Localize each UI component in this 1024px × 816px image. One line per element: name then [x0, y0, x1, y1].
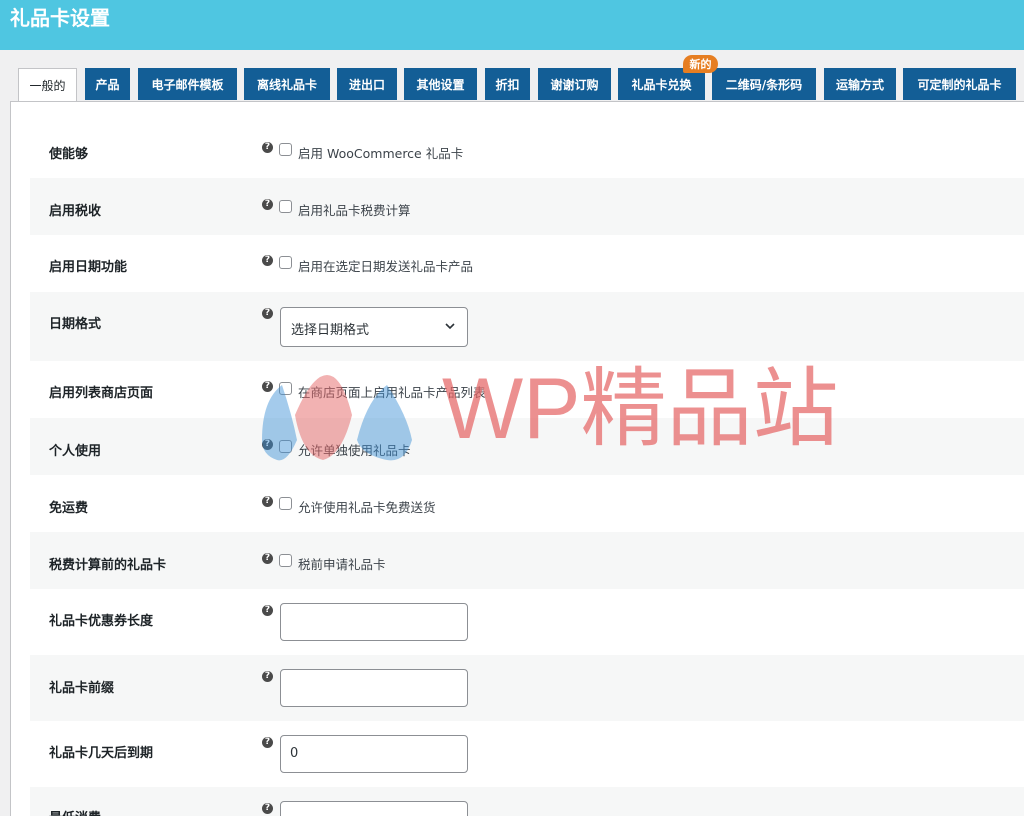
- setting-row-individual-use: 个人使用 ? 允许单独使用礼品卡: [30, 418, 1024, 475]
- setting-row-expiry-days: 礼品卡几天后到期 ? 0: [30, 721, 1024, 787]
- checkbox-label: 启用礼品卡税费计算: [298, 203, 411, 218]
- tab-customizable-gift-card[interactable]: 可定制的礼品卡: [903, 68, 1016, 100]
- setting-row-min-spend: 最低消费 ?: [30, 787, 1024, 816]
- checkbox-label: 启用 WooCommerce 礼品卡: [298, 146, 464, 161]
- help-icon[interactable]: ?: [262, 381, 273, 392]
- setting-label: 税费计算前的礼品卡: [49, 558, 167, 573]
- input-value: 0: [290, 746, 299, 761]
- setting-row-enable: 使能够 ? 启用 WooCommerce 礼品卡: [30, 122, 1024, 178]
- help-icon[interactable]: ?: [262, 605, 273, 616]
- setting-row-prefix: 礼品卡前缀 ?: [30, 655, 1024, 721]
- enable-checkbox[interactable]: [279, 143, 292, 156]
- setting-row-date-feature: 启用日期功能 ? 启用在选定日期发送礼品卡产品: [30, 235, 1024, 292]
- page-title: 礼品卡设置: [10, 6, 110, 30]
- setting-label: 使能够: [49, 147, 89, 162]
- tab-products[interactable]: 产品: [85, 68, 130, 100]
- coupon-length-input[interactable]: [280, 603, 468, 641]
- tab-shipping-methods[interactable]: 运输方式: [824, 68, 896, 100]
- setting-row-date-format: 日期格式 ? 选择日期格式: [30, 292, 1024, 361]
- checkbox-label: 启用在选定日期发送礼品卡产品: [298, 259, 474, 274]
- help-icon[interactable]: ?: [262, 308, 273, 319]
- setting-row-before-tax: 税费计算前的礼品卡 ? 税前申请礼品卡: [30, 532, 1024, 589]
- setting-label: 最低消费: [49, 807, 101, 816]
- help-icon[interactable]: ?: [262, 671, 273, 682]
- shop-listing-checkbox[interactable]: [279, 382, 292, 395]
- help-icon[interactable]: ?: [262, 255, 273, 266]
- tax-checkbox[interactable]: [279, 200, 292, 213]
- select-value: 选择日期格式: [291, 323, 370, 338]
- help-icon[interactable]: ?: [262, 199, 273, 210]
- date-format-select[interactable]: 选择日期格式: [280, 307, 468, 347]
- new-badge: 新的: [683, 55, 718, 73]
- setting-label: 日期格式: [49, 317, 102, 332]
- tab-import-export[interactable]: 进出口: [337, 68, 397, 100]
- tab-offline-gift-cards[interactable]: 离线礼品卡: [244, 68, 330, 100]
- setting-row-tax: 启用税收 ? 启用礼品卡税费计算: [30, 178, 1024, 235]
- chevron-down-icon: [445, 323, 455, 330]
- setting-label: 启用日期功能: [49, 260, 128, 275]
- tab-qr-barcode[interactable]: 二维码/条形码: [712, 68, 816, 100]
- help-icon[interactable]: ?: [262, 142, 273, 153]
- setting-label: 免运费: [49, 501, 89, 516]
- prefix-input[interactable]: [280, 669, 468, 707]
- help-icon[interactable]: ?: [262, 737, 273, 748]
- setting-label: 启用列表商店页面: [49, 386, 154, 401]
- individual-use-checkbox[interactable]: [279, 440, 292, 453]
- setting-row-shop-listing: 启用列表商店页面 ? 在商店页面上启用礼品卡产品列表: [30, 361, 1024, 418]
- setting-label: 启用税收: [49, 204, 102, 219]
- expiry-days-input[interactable]: 0: [280, 735, 468, 773]
- tab-other-settings[interactable]: 其他设置: [404, 68, 477, 100]
- setting-label: 礼品卡优惠券长度: [49, 614, 154, 629]
- help-icon[interactable]: ?: [262, 496, 273, 507]
- tab-discount[interactable]: 折扣: [485, 68, 530, 100]
- help-icon[interactable]: ?: [262, 553, 273, 564]
- setting-label: 个人使用: [49, 444, 102, 459]
- tab-email-templates[interactable]: 电子邮件模板: [138, 68, 237, 100]
- min-spend-input[interactable]: [280, 801, 468, 816]
- before-tax-checkbox[interactable]: [279, 554, 292, 567]
- setting-label: 礼品卡前缀: [49, 681, 115, 696]
- checkbox-label: 允许单独使用礼品卡: [298, 443, 411, 458]
- setting-label: 礼品卡几天后到期: [49, 746, 154, 761]
- checkbox-label: 在商店页面上启用礼品卡产品列表: [298, 385, 486, 400]
- tab-general[interactable]: 一般的: [18, 68, 77, 102]
- page-header: 礼品卡设置: [0, 0, 1024, 50]
- date-feature-checkbox[interactable]: [279, 256, 292, 269]
- checkbox-label: 税前申请礼品卡: [298, 557, 386, 572]
- tab-thank-you-order[interactable]: 谢谢订购: [538, 68, 611, 100]
- checkbox-label: 允许使用礼品卡免费送货: [298, 500, 436, 515]
- help-icon[interactable]: ?: [262, 803, 273, 814]
- free-shipping-checkbox[interactable]: [279, 497, 292, 510]
- help-icon[interactable]: ?: [262, 439, 273, 450]
- setting-row-free-shipping: 免运费 ? 允许使用礼品卡免费送货: [30, 475, 1024, 532]
- setting-row-coupon-length: 礼品卡优惠券长度 ?: [30, 589, 1024, 655]
